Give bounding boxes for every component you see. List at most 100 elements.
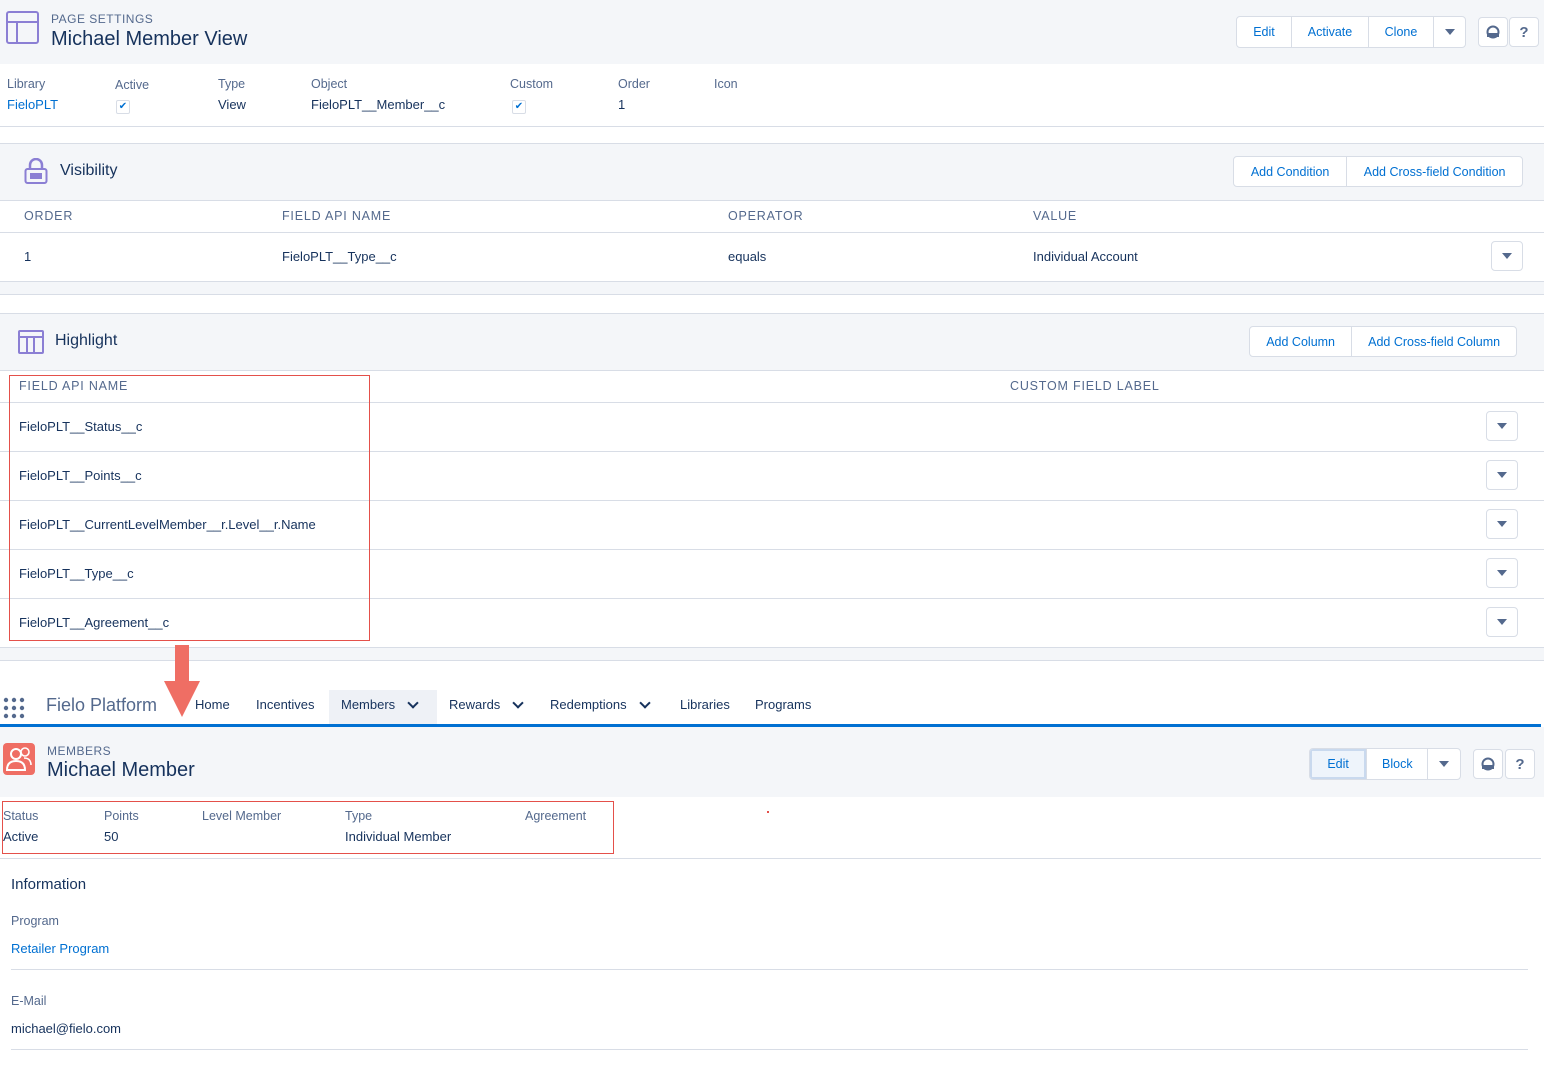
divider [0,294,1544,295]
activate-button[interactable]: Activate [1292,17,1369,47]
chevron-down-icon[interactable] [638,696,651,709]
program-link[interactable]: Retailer Program [11,941,109,956]
card-spacer [0,282,1544,294]
icon-label: Icon [714,77,738,91]
guide-icon [1481,757,1495,771]
guide-button[interactable] [1473,749,1503,779]
nav-label: Programs [755,697,812,712]
more-actions-button[interactable] [1428,749,1460,779]
block-button[interactable]: Block [1367,749,1429,779]
edit-button[interactable]: Edit [1237,17,1292,47]
record-eyebrow: MEMBERS [47,744,112,758]
nav-label: Incentives [256,697,315,712]
divider [11,969,1528,970]
edit-button[interactable]: Edit [1310,749,1368,779]
nav-item-rewards[interactable]: Rewards [449,696,524,712]
row-menu-button[interactable] [1486,460,1518,490]
column-header-value: VALUE [1033,209,1078,223]
nav-item-members[interactable]: Members [341,696,419,712]
custom-checkbox: ✔ [512,100,526,114]
type-value: View [218,97,246,112]
guide-button[interactable] [1478,17,1508,47]
column-header-operator: OPERATOR [728,209,804,223]
nav-item-programs[interactable]: Programs [755,697,811,712]
more-actions-button[interactable] [1434,17,1465,47]
divider [0,660,1544,661]
row-menu-button[interactable] [1486,558,1518,588]
help-button[interactable]: ? [1505,749,1535,779]
condition-order: 1 [24,249,32,264]
nav-label: Libraries [680,697,730,712]
page-eyebrow: PAGE SETTINGS [51,12,154,26]
members-icon [3,743,35,775]
condition-operator: equals [728,249,767,264]
caret-down-icon [1497,423,1507,429]
type-label: Type [218,77,246,91]
clone-button[interactable]: Clone [1369,17,1434,47]
columns-icon [18,330,44,354]
caret-down-icon [1444,29,1455,35]
caret-down-icon [1502,253,1512,259]
help-icon: ? [1515,755,1525,773]
column-header-custom-field-label: CUSTOM FIELD LABEL [1010,379,1160,393]
nav-item-libraries[interactable]: Libraries [680,697,730,712]
chevron-down-icon[interactable] [407,696,419,709]
divider [0,858,1541,859]
custom-label: Custom [510,77,554,91]
lock-icon [24,158,48,184]
nav-item-incentives[interactable]: Incentives [256,697,315,712]
email-label: E-Mail [11,994,47,1008]
add-cross-field-column-button[interactable]: Add Cross-field Column [1352,327,1516,356]
annotation-box [9,375,370,641]
highlight-actions: Add Column Add Cross-field Column [1249,326,1517,357]
order-label: Order [618,77,650,91]
caret-down-icon [1439,761,1450,767]
page-actions: Edit Activate Clone [1236,16,1466,48]
visibility-title: Visibility [60,162,118,179]
caret-down-icon [1497,619,1507,625]
page-title: Michael Member View [51,28,248,50]
highlight-title: Highlight [55,332,118,349]
row-menu-button[interactable] [1486,607,1518,637]
visibility-actions: Add Condition Add Cross-field Condition [1233,156,1523,187]
object-value: FieloPLT__Member__c [311,97,446,112]
object-label: Object [311,77,348,91]
nav-label: Redemptions [550,697,627,712]
page-layout-icon [6,11,39,44]
order-value: 1 [618,97,626,112]
email-value: michael@fielo.com [11,1021,122,1036]
row-menu-button[interactable] [1491,241,1523,271]
nav-label: Home [195,697,230,712]
divider [11,1049,1528,1050]
nav-label: Rewards [449,697,501,712]
divider [0,126,1544,127]
caret-down-icon [1497,570,1507,576]
record-actions: Edit Block [1309,748,1461,780]
add-column-button[interactable]: Add Column [1250,327,1353,356]
help-icon: ? [1519,23,1529,41]
guide-icon [1486,25,1500,39]
help-button[interactable]: ? [1509,17,1539,47]
card-spacer [0,648,1544,660]
active-checkbox: ✔ [116,100,130,114]
row-menu-button[interactable] [1486,411,1518,441]
condition-field: FieloPLT__Type__c [282,249,397,264]
active-label: Active [115,78,150,92]
annotation-dot [767,811,769,813]
column-header-order: ORDER [24,209,74,223]
program-label: Program [11,914,59,928]
app-name: Fielo Platform [46,695,158,715]
caret-down-icon [1497,521,1507,527]
nav-item-home[interactable]: Home [195,697,230,712]
library-link[interactable]: FieloPLT [7,97,58,112]
add-cross-field-condition-button[interactable]: Add Cross-field Condition [1347,157,1522,186]
library-label: Library [7,77,46,91]
annotation-box [2,801,614,854]
nav-item-redemptions[interactable]: Redemptions [550,696,651,712]
information-title: Information [11,876,87,893]
chevron-down-icon[interactable] [512,696,524,709]
app-launcher-icon[interactable] [3,697,25,719]
condition-value: Individual Account [1033,249,1138,264]
add-condition-button[interactable]: Add Condition [1234,157,1348,186]
row-menu-button[interactable] [1486,509,1518,539]
